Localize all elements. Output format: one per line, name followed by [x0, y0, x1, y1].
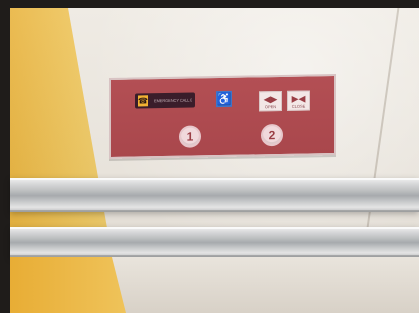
- top-mini-markings: [260, 81, 288, 86]
- photo-scene: ☎ EMERGENCY CALL BUTTON / INTERCOM ♿ ◀▶ …: [0, 0, 419, 313]
- door-open-icon: ◀▶: [263, 93, 278, 104]
- intercom-label: EMERGENCY CALL BUTTON / INTERCOM: [154, 98, 192, 103]
- handrail-top: [10, 178, 419, 212]
- phone-icon: ☎: [138, 95, 148, 107]
- door-close-icon: ▶◀: [291, 93, 306, 104]
- elevator-control-panel: ☎ EMERGENCY CALL BUTTON / INTERCOM ♿ ◀▶ …: [109, 74, 336, 159]
- door-close-caption: CLOSE: [291, 103, 306, 109]
- door-open-button[interactable]: ◀▶ OPEN: [259, 90, 282, 112]
- intercom-plate[interactable]: ☎ EMERGENCY CALL BUTTON / INTERCOM: [135, 92, 195, 109]
- door-open-caption: OPEN: [264, 104, 277, 110]
- door-close-button[interactable]: ▶◀ CLOSE: [287, 90, 310, 111]
- wheelchair-icon: ♿: [216, 90, 232, 108]
- handrail-bottom: [10, 227, 419, 257]
- floor-2-button[interactable]: 2: [261, 123, 283, 147]
- floor-1-button[interactable]: 1: [179, 125, 201, 148]
- lower-yellow-strip: [10, 257, 126, 313]
